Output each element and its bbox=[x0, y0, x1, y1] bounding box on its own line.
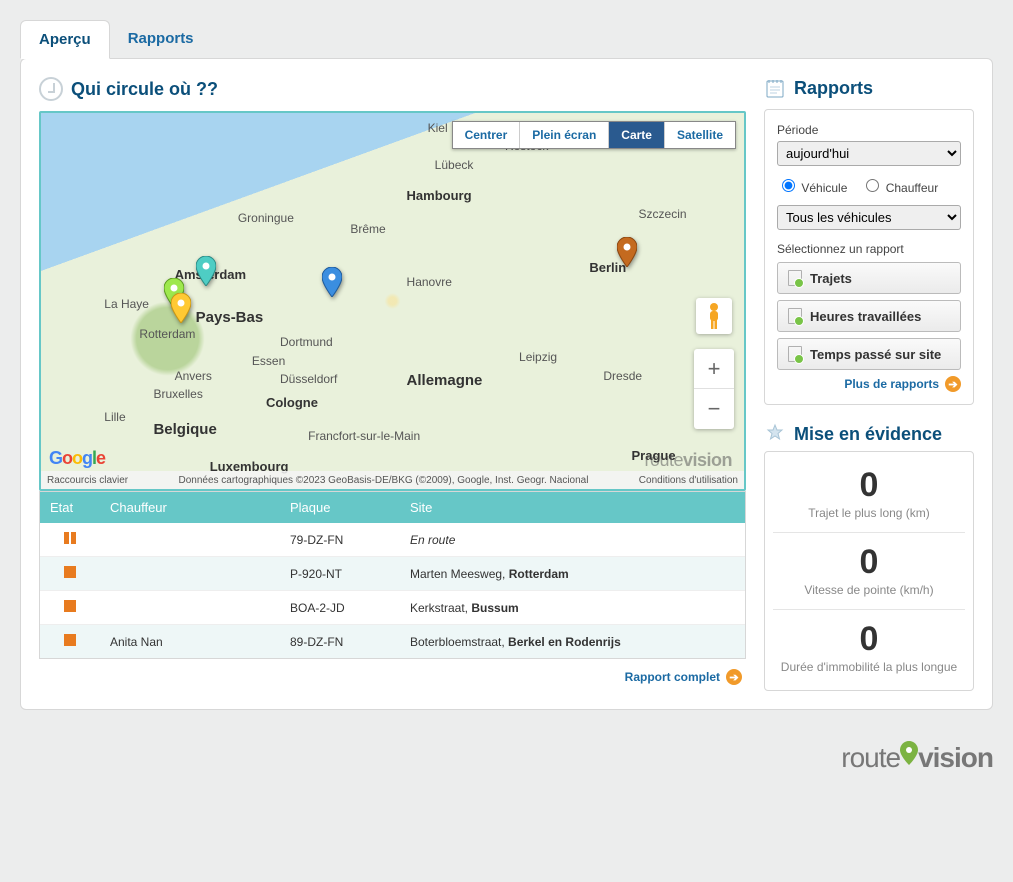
city-label: Francfort-sur-le-Main bbox=[308, 429, 420, 443]
map-type-map-button[interactable]: Carte bbox=[609, 122, 665, 148]
col-chauffeur: Chauffeur bbox=[100, 492, 280, 523]
col-site: Site bbox=[400, 492, 745, 523]
filter-driver-radio[interactable]: Chauffeur bbox=[861, 176, 938, 195]
city-label: La Haye bbox=[104, 297, 149, 311]
city-label: Lille bbox=[104, 410, 125, 424]
report-icon bbox=[788, 346, 802, 362]
filter-vehicle-radio[interactable]: Véhicule bbox=[777, 176, 847, 195]
city-label: Lübeck bbox=[435, 158, 474, 172]
table-row[interactable]: 79-DZ-FNEn route bbox=[40, 523, 745, 557]
map-terms-link[interactable]: Conditions d'utilisation bbox=[639, 475, 738, 486]
brand-logo: routevision bbox=[0, 730, 1013, 794]
more-reports-link[interactable]: Plus de rapports ➔ bbox=[844, 376, 961, 392]
arrow-right-icon: ➔ bbox=[945, 376, 961, 392]
reports-title: Rapports bbox=[794, 78, 873, 99]
highlight-longest-trip: 0 Trajet le plus long (km) bbox=[773, 456, 965, 533]
period-select[interactable]: aujourd'hui bbox=[777, 141, 961, 166]
map-attribution: Données cartographiques ©2023 GeoBasis-D… bbox=[138, 475, 629, 486]
google-logo: Google bbox=[49, 448, 105, 469]
city-label: Anvers bbox=[175, 369, 212, 383]
notes-icon bbox=[764, 77, 786, 99]
city-label: Hanovre bbox=[407, 275, 452, 289]
streetview-pegman[interactable] bbox=[696, 298, 732, 334]
map-center-button[interactable]: Centrer bbox=[453, 122, 521, 148]
zoom-in-button[interactable]: + bbox=[694, 349, 734, 389]
map-pin[interactable] bbox=[617, 237, 637, 267]
map-pin[interactable] bbox=[322, 267, 342, 297]
map-section-title: Qui circule où ?? bbox=[71, 79, 218, 100]
table-row[interactable]: Anita Nan89-DZ-FNBoterbloemstraat, Berke… bbox=[40, 625, 745, 659]
highlight-top-speed: 0 Vitesse de pointe (km/h) bbox=[773, 533, 965, 610]
tabs: Aperçu Rapports bbox=[20, 20, 993, 59]
city-label: Hambourg bbox=[407, 188, 472, 203]
report-icon bbox=[788, 270, 802, 286]
period-label: Période bbox=[777, 123, 818, 137]
city-label: Brême bbox=[350, 222, 385, 236]
map-type-satellite-button[interactable]: Satellite bbox=[665, 122, 735, 148]
tab-reports[interactable]: Rapports bbox=[110, 20, 212, 59]
city-label: Kiel bbox=[428, 121, 448, 135]
select-report-label: Sélectionnez un rapport bbox=[777, 242, 961, 256]
city-label: Dortmund bbox=[280, 335, 333, 349]
highlight-longest-idle: 0 Durée d'immobilité la plus longue bbox=[773, 610, 965, 686]
country-label: Belgique bbox=[153, 421, 216, 438]
highlights-title: Mise en évidence bbox=[794, 424, 942, 445]
map-shortcuts-link[interactable]: Raccourcis clavier bbox=[47, 475, 128, 486]
city-label: Groningue bbox=[238, 211, 294, 225]
status-icon bbox=[64, 566, 76, 578]
map-pin[interactable] bbox=[171, 293, 191, 323]
table-row[interactable]: P-920-NTMarten Meesweg, Rotterdam bbox=[40, 557, 745, 591]
map[interactable]: Kiel Lübeck Rostock Hambourg Groningue B… bbox=[39, 111, 746, 491]
city-label: Szczecin bbox=[639, 207, 687, 221]
arrow-right-icon: ➔ bbox=[726, 669, 742, 685]
vehicle-table: Etat Chauffeur Plaque Site 79-DZ-FNEn ro… bbox=[39, 491, 746, 659]
status-icon bbox=[64, 600, 76, 612]
city-label: Essen bbox=[252, 354, 285, 368]
map-fullscreen-button[interactable]: Plein écran bbox=[520, 122, 609, 148]
table-row[interactable]: BOA-2-JDKerkstraat, Bussum bbox=[40, 591, 745, 625]
report-trips-button[interactable]: Trajets bbox=[777, 262, 961, 294]
map-watermark: routevision bbox=[644, 450, 732, 471]
col-etat: Etat bbox=[40, 492, 100, 523]
city-label: Leipzig bbox=[519, 350, 557, 364]
report-icon bbox=[788, 308, 802, 324]
status-icon bbox=[64, 532, 76, 544]
zoom-out-button[interactable]: − bbox=[694, 389, 734, 429]
country-label: Allemagne bbox=[407, 372, 483, 389]
highlight-icon bbox=[764, 423, 786, 445]
compass-icon bbox=[39, 77, 63, 101]
city-label: Bruxelles bbox=[153, 387, 202, 401]
full-report-link[interactable]: Rapport complet ➔ bbox=[625, 669, 742, 685]
map-pin[interactable] bbox=[196, 256, 216, 286]
city-label: Cologne bbox=[266, 395, 318, 410]
city-label: Düsseldorf bbox=[280, 372, 337, 386]
report-worked-hours-button[interactable]: Heures travaillées bbox=[777, 300, 961, 332]
pegman-icon bbox=[703, 302, 725, 330]
city-label: Dresde bbox=[603, 369, 642, 383]
tab-overview[interactable]: Aperçu bbox=[20, 20, 110, 59]
status-icon bbox=[64, 634, 76, 646]
city-label: Rotterdam bbox=[139, 327, 195, 341]
vehicle-select[interactable]: Tous les véhicules bbox=[777, 205, 961, 230]
country-label: Pays-Bas bbox=[196, 309, 264, 326]
col-plaque: Plaque bbox=[280, 492, 400, 523]
report-time-on-site-button[interactable]: Temps passé sur site bbox=[777, 338, 961, 370]
